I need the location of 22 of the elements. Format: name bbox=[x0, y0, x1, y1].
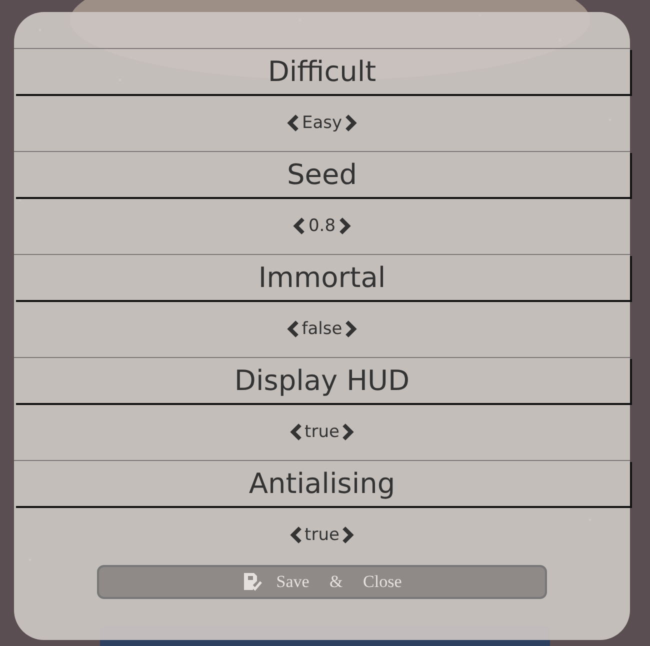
chevron-right-icon[interactable] bbox=[338, 216, 351, 234]
save-icon bbox=[242, 572, 262, 592]
chevron-right-icon[interactable] bbox=[342, 526, 354, 544]
setting-label: Difficult bbox=[268, 55, 376, 88]
setting-label: Display HUD bbox=[234, 364, 410, 397]
setting-value: true bbox=[304, 524, 340, 544]
chevron-left-icon[interactable] bbox=[290, 526, 302, 544]
chevron-left-icon[interactable] bbox=[286, 320, 299, 338]
setting-label: Antialising bbox=[248, 467, 396, 500]
setting-value: 0.8 bbox=[308, 216, 336, 236]
chevron-left-icon[interactable] bbox=[293, 216, 306, 234]
chevron-left-icon[interactable] bbox=[290, 422, 302, 440]
chevron-right-icon[interactable] bbox=[345, 114, 358, 132]
setting-value: true bbox=[304, 422, 340, 442]
setting-value: Easy bbox=[302, 112, 342, 132]
chevron-left-icon[interactable] bbox=[286, 114, 299, 132]
chevron-right-icon[interactable] bbox=[342, 422, 354, 440]
setting-label: Immortal bbox=[258, 261, 386, 294]
save-close-button[interactable]: Save & Close bbox=[97, 565, 547, 599]
chevron-right-icon[interactable] bbox=[345, 320, 358, 338]
setting-value: false bbox=[302, 318, 342, 338]
setting-label: Seed bbox=[287, 158, 357, 191]
